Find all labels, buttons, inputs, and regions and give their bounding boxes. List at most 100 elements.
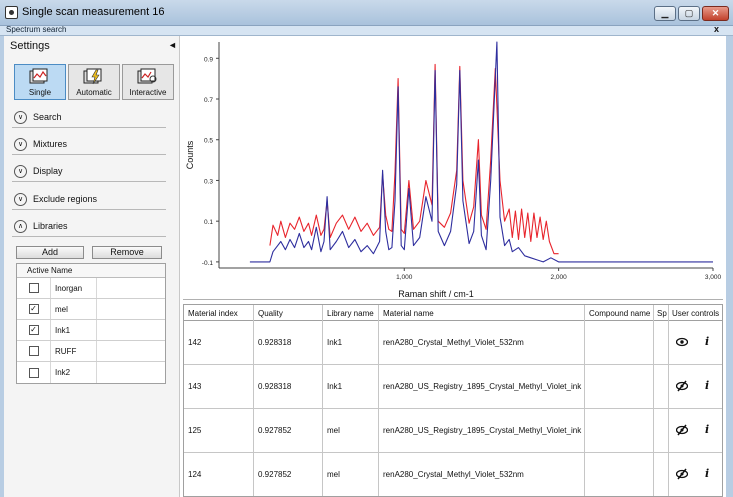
info-icon[interactable]: i: [705, 335, 709, 348]
cell-material-name: renA280_US_Registry_1895_Crystal_Methyl_…: [383, 426, 582, 435]
eye-off-icon[interactable]: [676, 424, 688, 436]
window-title: Single scan measurement 16: [22, 6, 165, 18]
library-row[interactable]: ✓ mel: [17, 299, 165, 320]
panel-close-icon[interactable]: x: [714, 24, 719, 34]
maximize-button[interactable]: ▢: [678, 6, 700, 21]
cell-material-index: 124: [188, 470, 202, 479]
cell-material-name: renA280_Crystal_Methyl_Violet_532nm: [383, 470, 524, 479]
x-tick-label: 2,000: [550, 274, 567, 281]
result-row[interactable]: 125 0.927852 mel renA280_US_Registry_189…: [184, 409, 722, 453]
cell-material-index: 143: [188, 382, 202, 391]
results-header: Material index Quality Library name Mate…: [184, 305, 722, 321]
library-active-checkbox[interactable]: [28, 283, 39, 293]
cell-library-name: mel: [327, 470, 340, 479]
chevron-down-icon: ∨: [14, 138, 27, 151]
library-name: Ink1: [51, 320, 97, 340]
section-mixtures[interactable]: ∨ Mixtures: [12, 135, 166, 155]
cell-quality: 0.928318: [258, 382, 292, 391]
settings-heading: Settings: [10, 40, 50, 52]
minimize-button[interactable]: ▁: [654, 6, 676, 21]
library-row[interactable]: Ink2: [17, 362, 165, 383]
measured-spectrum-line: [269, 63, 559, 255]
window-frame-right: [726, 36, 733, 497]
cell-material-name: renA280_Crystal_Methyl_Violet_532nm: [383, 338, 524, 347]
info-icon[interactable]: i: [705, 467, 709, 480]
col-sp-header[interactable]: Sp: [657, 309, 667, 318]
settings-sidebar: Settings ◄ Single Automatic Interactive …: [4, 36, 180, 497]
info-icon[interactable]: i: [705, 379, 709, 392]
result-row[interactable]: 124 0.927852 mel renA280_Crystal_Methyl_…: [184, 453, 722, 496]
cell-material-name: renA280_US_Registry_1895_Crystal_Methyl_…: [383, 382, 582, 391]
section-exclude-regions[interactable]: ∨ Exclude regions: [12, 190, 166, 210]
col-material-name-header[interactable]: Material name: [383, 309, 434, 318]
library-active-checkbox[interactable]: ✓: [28, 325, 39, 335]
collapse-sidebar-icon[interactable]: ◄: [168, 40, 177, 50]
section-mixtures-label: Mixtures: [33, 139, 68, 149]
x-tick-label: 3,000: [705, 274, 722, 281]
section-libraries[interactable]: ∧ Libraries: [12, 217, 166, 237]
spectrum-plot[interactable]: -0.1 0.1 0.3 0.5 0.7 0.9 1,000 2,000 3,000 Raman …: [183, 36, 723, 300]
library-name: RUFF: [51, 341, 97, 361]
library-row[interactable]: RUFF: [17, 341, 165, 362]
col-compound-name-header[interactable]: Compound name: [589, 309, 650, 318]
mode-automatic-button[interactable]: Automatic: [68, 64, 120, 100]
automatic-mode-icon: [83, 68, 102, 85]
title-bar: Single scan measurement 16 ▁ ▢ ✕: [0, 0, 733, 26]
eye-off-icon[interactable]: [676, 380, 688, 392]
mode-single-label: Single: [28, 88, 52, 97]
col-library-name-header[interactable]: Library name: [327, 309, 374, 318]
mode-interactive-label: Interactive: [129, 88, 167, 97]
col-name-header: Name: [51, 266, 73, 275]
spectrum-chart[interactable]: -0.1 0.1 0.3 0.5 0.7 0.9 1,000 2,000 3,000 Raman …: [183, 36, 723, 300]
library-name: mel: [51, 299, 97, 319]
y-axis-title: Counts: [185, 140, 195, 169]
panel-header: Spectrum search x: [0, 24, 733, 36]
cell-library-name: mel: [327, 426, 340, 435]
col-material-index-header[interactable]: Material index: [188, 309, 238, 318]
library-active-checkbox[interactable]: [28, 367, 39, 378]
section-search-label: Search: [33, 112, 62, 122]
library-row[interactable]: ✓ Ink1: [17, 320, 165, 341]
cell-quality: 0.927852: [258, 470, 292, 479]
cell-material-index: 125: [188, 426, 202, 435]
info-icon[interactable]: i: [705, 423, 709, 436]
cell-material-index: 142: [188, 338, 202, 347]
result-row[interactable]: 143 0.928318 Ink1 renA280_US_Registry_18…: [184, 365, 722, 409]
section-libraries-label: Libraries: [33, 221, 68, 231]
section-display[interactable]: ∨ Display: [12, 162, 166, 182]
y-tick-label: 0.1: [204, 219, 213, 226]
section-search[interactable]: ∨ Search: [12, 108, 166, 128]
library-row[interactable]: Inorgan: [17, 278, 165, 299]
remove-library-button[interactable]: Remove: [92, 246, 162, 259]
cell-quality: 0.927852: [258, 426, 292, 435]
cell-quality: 0.928318: [258, 338, 292, 347]
mode-automatic-label: Automatic: [76, 88, 112, 97]
y-tick-label: 0.5: [204, 138, 213, 145]
library-active-checkbox[interactable]: [28, 346, 39, 356]
col-quality-header[interactable]: Quality: [258, 309, 283, 318]
libraries-table-header: Active Name: [17, 264, 165, 278]
mode-interactive-button[interactable]: Interactive: [122, 64, 174, 100]
col-user-controls-header[interactable]: User controls: [672, 309, 719, 318]
result-row[interactable]: 142 0.928318 Ink1 renA280_Crystal_Methyl…: [184, 321, 722, 365]
mode-single-button[interactable]: Single: [14, 64, 66, 100]
section-exclude-regions-label: Exclude regions: [33, 194, 98, 204]
y-tick-label: 0.7: [204, 97, 213, 104]
library-name: Ink2: [51, 362, 97, 383]
col-active-header: Active: [27, 266, 49, 275]
app-icon: [5, 6, 18, 19]
library-name: Inorgan: [51, 278, 97, 298]
section-display-label: Display: [33, 166, 63, 176]
cell-library-name: Ink1: [327, 382, 343, 391]
eye-icon[interactable]: [676, 336, 688, 348]
libraries-table: Active Name Inorgan ✓ mel ✓ Ink1 RUFF In…: [16, 263, 166, 384]
y-tick-label: -0.1: [202, 260, 214, 267]
add-library-button[interactable]: Add: [16, 246, 84, 259]
chevron-down-icon: ∨: [14, 111, 27, 124]
interactive-mode-icon: [137, 68, 157, 84]
close-window-button[interactable]: ✕: [702, 6, 729, 21]
chevron-up-icon: ∧: [14, 220, 27, 233]
x-tick-label: 1,000: [396, 274, 413, 281]
library-active-checkbox[interactable]: ✓: [28, 304, 39, 314]
eye-off-icon[interactable]: [676, 468, 688, 480]
